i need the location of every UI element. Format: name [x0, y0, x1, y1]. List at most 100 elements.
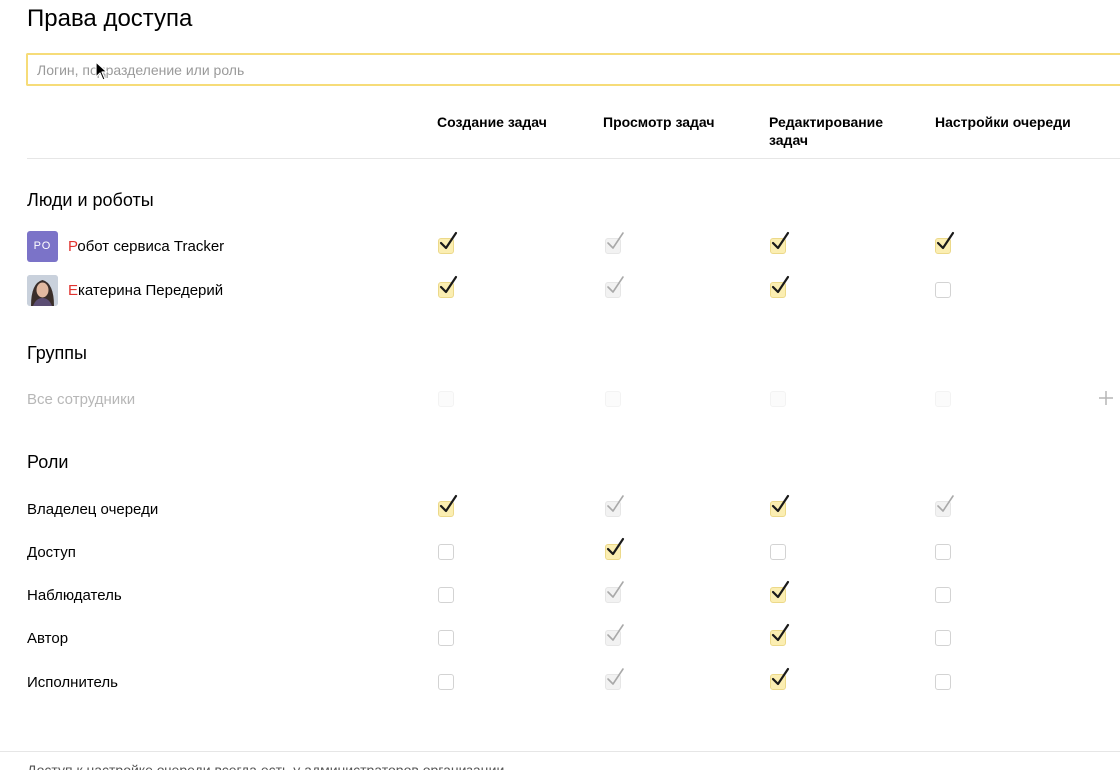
permission-checkbox[interactable]	[438, 275, 458, 298]
permission-checkbox[interactable]	[935, 495, 954, 517]
column-header-view: Просмотр задач	[603, 114, 715, 130]
add-permission-plus-icon[interactable]	[1097, 389, 1115, 407]
permission-checkbox[interactable]	[605, 581, 624, 603]
permission-checkbox[interactable]	[438, 231, 458, 254]
group-name: Все сотрудники	[27, 391, 136, 408]
column-header-queue-settings: Настройки очереди	[935, 114, 1071, 130]
page-title: Права доступа	[27, 5, 193, 32]
checkbox-box	[935, 630, 951, 646]
checkmark-icon	[439, 494, 458, 513]
permission-checkbox[interactable]	[935, 231, 955, 254]
checkbox-box	[770, 544, 786, 560]
access-rights-page: Права доступа Создание задач Просмотр за…	[0, 0, 1120, 770]
checkmark-icon	[606, 537, 625, 556]
checkmark-icon	[771, 231, 790, 250]
checkmark-icon	[771, 623, 790, 642]
checkmark-icon	[771, 275, 790, 294]
checkbox-box	[438, 630, 454, 646]
permission-checkbox[interactable]	[770, 391, 786, 407]
search-input[interactable]	[28, 55, 1120, 84]
checkbox-box	[438, 391, 454, 407]
name-rest: катерина Передерий	[78, 282, 224, 299]
name-first-letter: Р	[68, 238, 78, 255]
user-photo-icon	[27, 275, 58, 306]
permission-checkbox[interactable]	[935, 674, 951, 690]
checkmark-icon	[439, 275, 458, 294]
people-name: Екатерина Передерий	[68, 271, 223, 311]
checkbox-box	[935, 587, 951, 603]
checkbox-box	[605, 391, 621, 407]
permission-checkbox[interactable]	[438, 674, 454, 690]
checkmark-icon	[937, 495, 954, 512]
permission-checkbox[interactable]	[605, 537, 625, 560]
role-name: Исполнитель	[27, 674, 118, 691]
permission-checkbox[interactable]	[605, 276, 624, 298]
checkbox-box	[438, 544, 454, 560]
role-row: Наблюдатель	[0, 576, 1120, 616]
checkmark-icon	[771, 494, 790, 513]
checkbox-box	[935, 674, 951, 690]
column-header-create: Создание задач	[437, 114, 547, 130]
permission-checkbox[interactable]	[438, 544, 454, 560]
footer-divider	[0, 751, 1120, 752]
permission-checkbox[interactable]	[770, 623, 790, 646]
permission-checkbox[interactable]	[438, 494, 458, 517]
checkbox-box	[438, 674, 454, 690]
checkbox-box	[438, 587, 454, 603]
checkmark-icon	[607, 495, 624, 512]
avatar: РО	[27, 231, 58, 262]
section-title-roles: Роли	[27, 452, 69, 472]
checkmark-icon	[607, 668, 624, 685]
role-name: Наблюдатель	[27, 587, 122, 604]
permission-checkbox[interactable]	[770, 494, 790, 517]
permission-checkbox[interactable]	[605, 624, 624, 646]
permission-checkbox[interactable]	[935, 282, 951, 298]
section-title-people: Люди и роботы	[27, 190, 154, 210]
checkmark-icon	[607, 624, 624, 641]
checkbox-box	[935, 391, 951, 407]
permission-checkbox[interactable]	[935, 630, 951, 646]
permission-checkbox[interactable]	[770, 580, 790, 603]
permission-checkbox[interactable]	[438, 630, 454, 646]
checkmark-icon	[607, 276, 624, 293]
column-header-edit: Редактирование задач	[769, 114, 884, 148]
permission-checkbox[interactable]	[770, 544, 786, 560]
checkbox-box	[935, 544, 951, 560]
name-rest: обот сервиса Tracker	[77, 238, 225, 255]
role-name: Доступ	[27, 544, 76, 561]
role-name: Автор	[27, 630, 69, 647]
section-title-groups: Группы	[27, 343, 87, 363]
permission-checkbox[interactable]	[438, 391, 454, 407]
people-name: Робот сервиса Tracker	[68, 227, 224, 267]
checkmark-icon	[439, 231, 458, 250]
permission-checkbox[interactable]	[605, 391, 621, 407]
checkbox-box	[770, 391, 786, 407]
avatar	[27, 275, 58, 306]
permission-checkbox[interactable]	[605, 495, 624, 517]
header-divider	[27, 158, 1120, 159]
permission-checkbox[interactable]	[438, 587, 454, 603]
role-row: Доступ	[0, 533, 1120, 573]
checkmark-icon	[771, 580, 790, 599]
search-field[interactable]	[26, 53, 1120, 86]
group-row: Все сотрудники	[0, 380, 1120, 420]
people-row: РО Робот сервиса Tracker	[0, 227, 1120, 267]
permission-checkbox[interactable]	[770, 231, 790, 254]
footer-note: Доступ к настройке очереди всегда есть у…	[27, 762, 505, 770]
role-row: Исполнитель	[0, 663, 1120, 703]
permission-checkbox[interactable]	[605, 668, 624, 690]
checkbox-box	[935, 282, 951, 298]
permission-checkbox[interactable]	[770, 667, 790, 690]
permission-checkbox[interactable]	[935, 544, 951, 560]
checkmark-icon	[607, 581, 624, 598]
permission-checkbox[interactable]	[770, 275, 790, 298]
permission-checkbox[interactable]	[935, 391, 951, 407]
checkmark-icon	[936, 231, 955, 250]
checkmark-icon	[607, 232, 624, 249]
checkmark-icon	[771, 667, 790, 686]
permission-checkbox[interactable]	[935, 587, 951, 603]
role-row: Автор	[0, 619, 1120, 659]
role-name: Владелец очереди	[27, 501, 159, 518]
permission-checkbox[interactable]	[605, 232, 624, 254]
role-row: Владелец очереди	[0, 490, 1120, 530]
